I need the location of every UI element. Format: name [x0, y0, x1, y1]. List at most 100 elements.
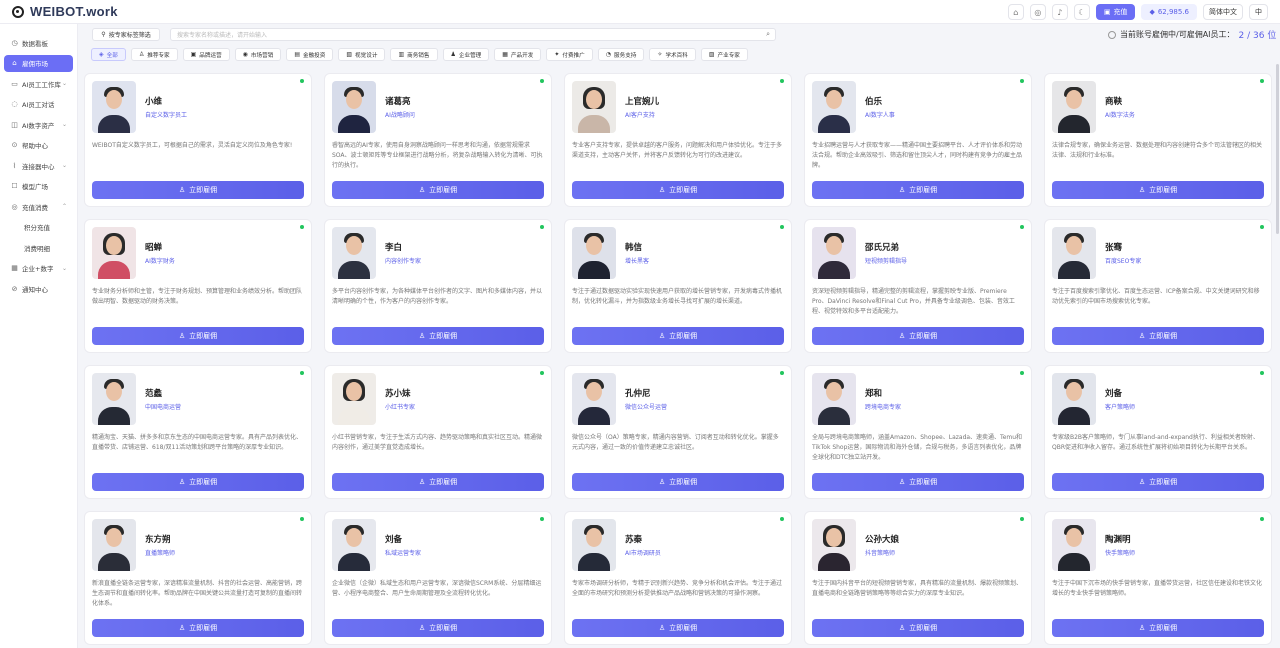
expert-role: 自定义数字员工: [145, 112, 188, 119]
hire-button-label: 立即雇佣: [189, 186, 218, 194]
hire-button[interactable]: ♙ 立即雇佣: [812, 181, 1024, 199]
sidebar-item[interactable]: ⊘ 通知中心: [4, 280, 73, 297]
avatar[interactable]: [92, 519, 136, 571]
avatar[interactable]: [1052, 227, 1096, 279]
online-status-dot: [540, 225, 544, 229]
search-input[interactable]: 搜索专家名称或描述，请开始输入 ⌕: [170, 28, 776, 41]
category-tab[interactable]: ◉ 市场营销: [234, 48, 282, 61]
avatar[interactable]: [1052, 373, 1096, 425]
card-info: 刘备 私域运营专家: [385, 533, 421, 557]
avatar[interactable]: [92, 81, 136, 133]
scrollbar[interactable]: [1276, 64, 1279, 234]
avatar-face: [106, 382, 122, 401]
hire-button[interactable]: ♙ 立即雇佣: [572, 181, 784, 199]
expert-grid: 小维 自定义数字员工 WEIBOT自定义数字员工，可根据自己的需求，灵活自定义岗位及…: [84, 73, 1272, 645]
hire-button[interactable]: ♙ 立即雇佣: [572, 619, 784, 637]
hire-button[interactable]: ♙ 立即雇佣: [92, 473, 304, 491]
sidebar-item[interactable]: ⌂ 雇佣市场: [4, 54, 73, 72]
avatar[interactable]: [812, 519, 856, 571]
avatar[interactable]: [812, 227, 856, 279]
hire-button[interactable]: ♙ 立即雇佣: [332, 181, 544, 199]
expert-name: 邵氏兄弟: [865, 243, 900, 253]
sidebar-item[interactable]: 消费明细: [4, 239, 73, 256]
sidebar-item[interactable]: ▦ 企业+数字 ⌄: [4, 260, 73, 277]
settings-icon[interactable]: ◎: [1029, 4, 1046, 20]
logo[interactable]: WEIBOT.work: [0, 4, 200, 19]
tag-filter-button[interactable]: ⚲ 按专家标签筛选: [92, 28, 160, 41]
hire-button[interactable]: ♙ 立即雇佣: [332, 327, 544, 345]
expert-description: 微信公众号（OA）策略专家，精通内容营销、订阅者互动和转化优化。掌握多元式内容，…: [572, 434, 779, 451]
sidebar-item[interactable]: ☐ 模型广场: [4, 178, 73, 195]
sidebar-item[interactable]: ◫ AI数字资产 ⌄: [4, 116, 73, 133]
card-header: 伯乐 AI数字人事: [812, 81, 1024, 133]
language-select[interactable]: 简体中文: [1203, 4, 1243, 20]
category-tab[interactable]: ▤ 金融投资: [286, 48, 334, 61]
sidebar-item[interactable]: ◷ 数据看板: [4, 34, 73, 51]
bell-icon[interactable]: ♪: [1051, 4, 1068, 20]
avatar[interactable]: [332, 519, 376, 571]
avatar[interactable]: [572, 373, 616, 425]
expert-name: 伯乐: [865, 97, 883, 107]
category-tab[interactable]: ▨ 产业专家: [700, 48, 748, 61]
home-icon[interactable]: ⌂: [1007, 4, 1024, 20]
avatar[interactable]: [332, 373, 376, 425]
category-tab[interactable]: ◔ 服务支持: [597, 48, 645, 61]
sidebar-item-label: AI员工对话: [22, 101, 55, 109]
user-icon: ♙: [178, 624, 186, 632]
recharge-button[interactable]: ▣ 充值: [1095, 4, 1136, 20]
category-tab[interactable]: ✧ 学术百科: [649, 48, 696, 61]
points-badge[interactable]: ◆ 62,985.6: [1141, 4, 1197, 20]
sidebar-item[interactable]: ◌ AI员工对话: [4, 96, 73, 113]
user-icon: ♙: [1138, 332, 1146, 340]
category-tab[interactable]: ▥ 商务销售: [390, 48, 438, 61]
expert-card: 刘备 客户策略师 专家级B2B客户策略师，专门从事land-and-expand执行…: [1044, 365, 1272, 499]
sidebar-item[interactable]: 积分充值: [4, 219, 73, 236]
hire-button[interactable]: ♙ 立即雇佣: [812, 619, 1024, 637]
avatar[interactable]: [572, 81, 616, 133]
hire-button[interactable]: ♙ 立即雇佣: [92, 327, 304, 345]
category-tab[interactable]: ▦ 产品开发: [494, 48, 542, 61]
avatar[interactable]: [572, 519, 616, 571]
category-tab[interactable]: ◈ 全部: [91, 48, 126, 61]
search-icon[interactable]: ⌕: [766, 30, 770, 39]
hire-button[interactable]: ♙ 立即雇佣: [812, 327, 1024, 345]
hire-button[interactable]: ♙ 立即雇佣: [92, 181, 304, 199]
category-tab[interactable]: ✦ 付费推广: [546, 48, 593, 61]
card-header: 张骞 百度SEO专家: [1052, 227, 1264, 279]
hire-button[interactable]: ♙ 立即雇佣: [1052, 473, 1264, 491]
avatar[interactable]: [332, 81, 376, 133]
card-info: 伯乐 AI数字人事: [865, 95, 895, 119]
avatar[interactable]: [572, 227, 616, 279]
expert-description: 睿智高远的AI专家，使用自身洞察战略顾问一样思考和沟通，依据常规需求SOA、波士…: [332, 142, 543, 169]
sidebar-item[interactable]: ▭ AI员工工作库 ⌄: [4, 75, 73, 92]
category-tab[interactable]: ♟ 企业管理: [442, 48, 490, 61]
hire-button[interactable]: ♙ 立即雇佣: [332, 473, 544, 491]
avatar[interactable]: [92, 227, 136, 279]
category-icon: ▧: [346, 51, 353, 58]
avatar-body: [338, 553, 370, 571]
status-radio[interactable]: [1108, 30, 1116, 39]
avatar[interactable]: [332, 227, 376, 279]
sidebar-item[interactable]: ⊙ 帮助中心: [4, 137, 73, 154]
sidebar-item[interactable]: ⌇ 连接器中心 ⌄: [4, 157, 73, 174]
language-toggle[interactable]: 中: [1249, 4, 1268, 20]
hire-button[interactable]: ♙ 立即雇佣: [332, 619, 544, 637]
sidebar-item[interactable]: ◎ 充值消费 ⌃: [4, 198, 73, 215]
hire-button[interactable]: ♙ 立即雇佣: [572, 473, 784, 491]
hire-button-label: 立即雇佣: [909, 332, 938, 340]
hire-button[interactable]: ♙ 立即雇佣: [92, 619, 304, 637]
category-tab[interactable]: ▧ 视觉设计: [338, 48, 386, 61]
avatar[interactable]: [812, 373, 856, 425]
moon-icon[interactable]: ☾: [1073, 4, 1090, 20]
hire-button[interactable]: ♙ 立即雇佣: [1052, 619, 1264, 637]
category-tab[interactable]: ♙ 推荐专家: [130, 48, 178, 61]
hire-button[interactable]: ♙ 立即雇佣: [1052, 327, 1264, 345]
hire-button[interactable]: ♙ 立即雇佣: [572, 327, 784, 345]
hire-button[interactable]: ♙ 立即雇佣: [812, 473, 1024, 491]
avatar[interactable]: [812, 81, 856, 133]
hire-button[interactable]: ♙ 立即雇佣: [1052, 181, 1264, 199]
avatar[interactable]: [1052, 519, 1096, 571]
avatar[interactable]: [92, 373, 136, 425]
avatar[interactable]: [1052, 81, 1096, 133]
category-tab[interactable]: ▣ 品牌运营: [182, 48, 230, 61]
